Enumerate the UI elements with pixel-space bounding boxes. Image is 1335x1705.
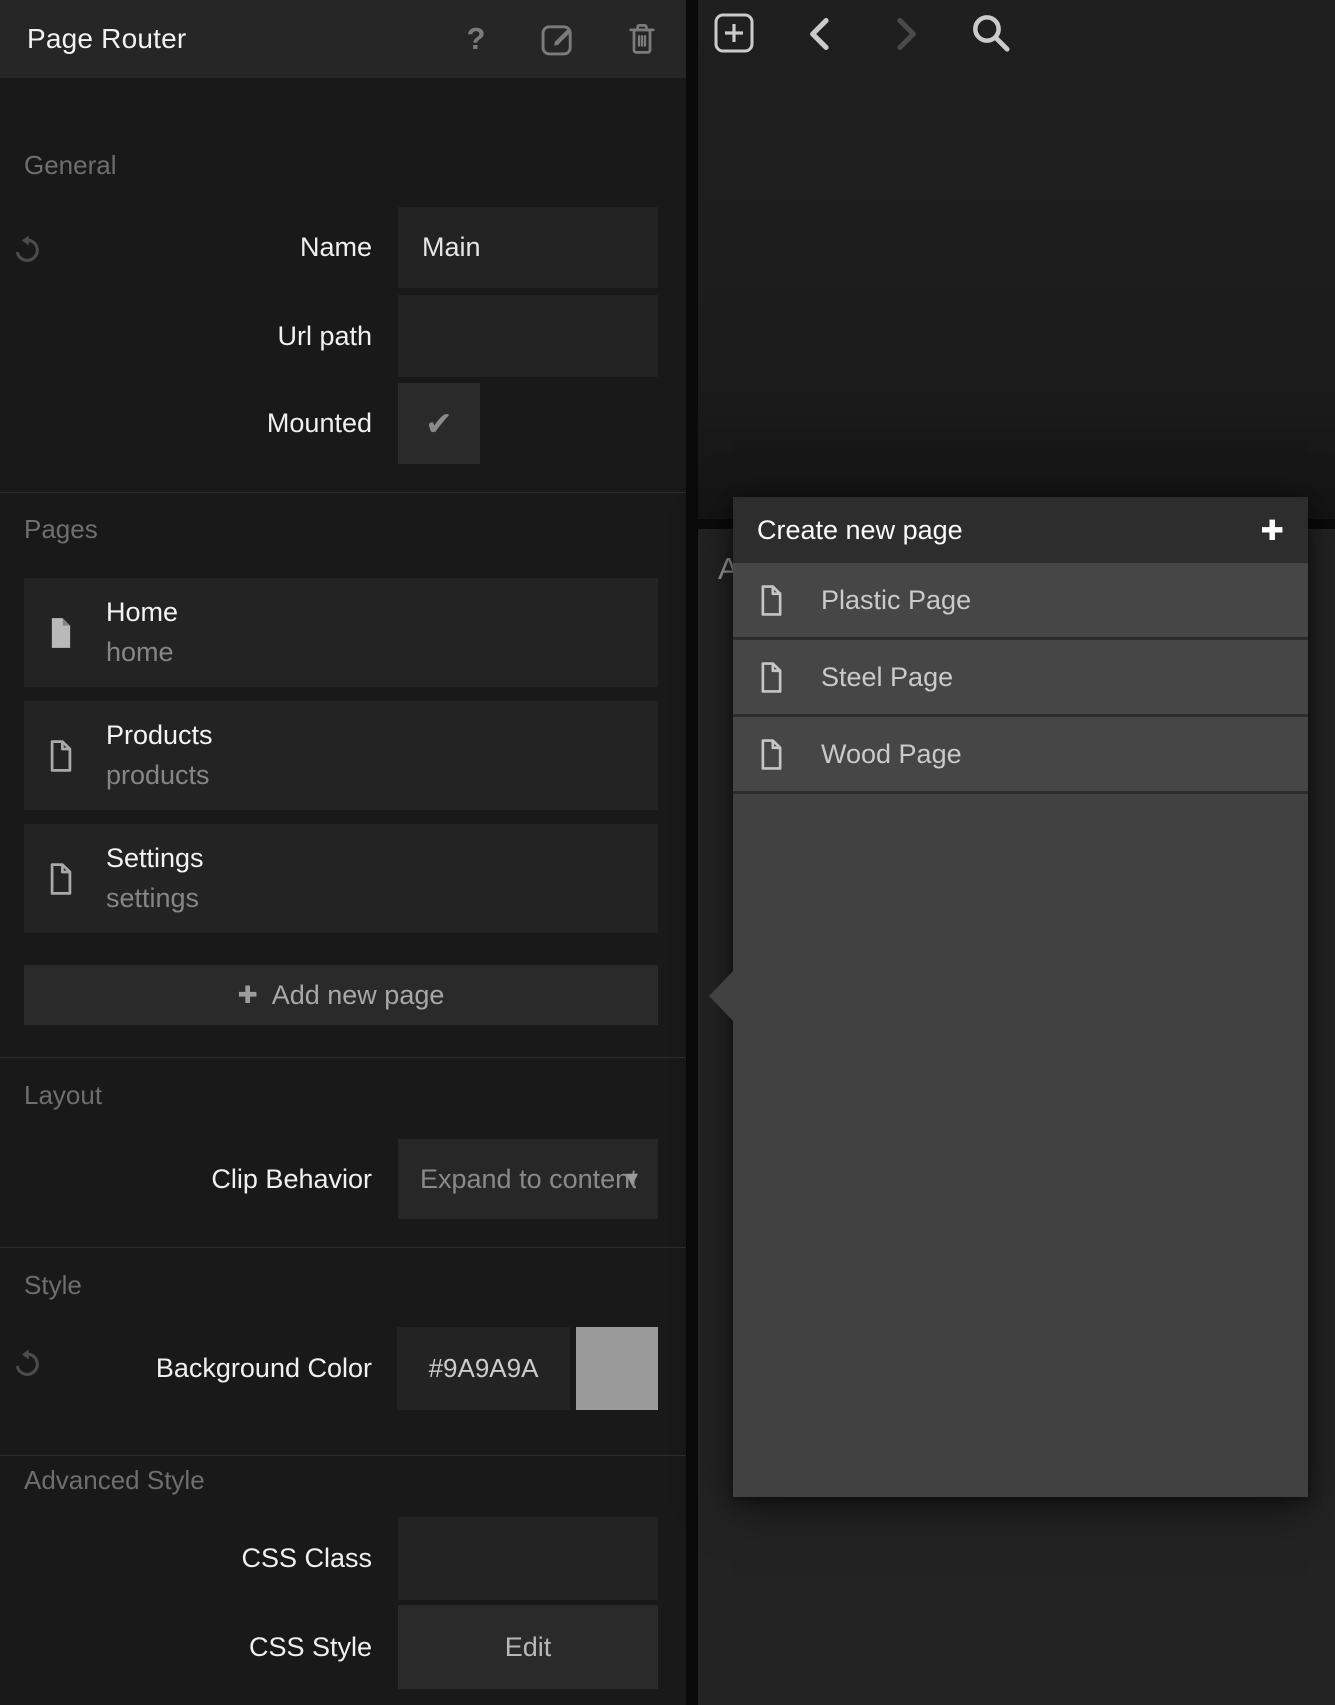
panel-title: Page Router	[27, 23, 186, 55]
background-color-input[interactable]: #9A9A9A	[397, 1327, 570, 1410]
css-class-label: CSS Class	[0, 1517, 372, 1600]
clip-behavior-label: Clip Behavior	[0, 1139, 372, 1219]
navigate-forward-icon[interactable]	[894, 17, 920, 51]
app-root: Page Router ? General Name Url path Moun…	[0, 0, 1335, 1705]
popup-title: Create new page	[757, 515, 963, 546]
name-label: Name	[0, 207, 372, 288]
page-title: Home	[106, 597, 178, 628]
mounted-label: Mounted	[0, 383, 372, 464]
background-color-swatch[interactable]	[576, 1327, 658, 1410]
edit-icon[interactable]	[538, 0, 578, 78]
page-path: settings	[106, 883, 204, 914]
help-icon[interactable]: ?	[458, 0, 494, 78]
canvas-top-panel	[698, 0, 1335, 519]
page-item-home[interactable]: Home home	[24, 578, 658, 687]
css-style-edit-button[interactable]: Edit	[398, 1605, 658, 1689]
clip-behavior-value: Expand to content	[398, 1164, 636, 1195]
clip-behavior-dropdown[interactable]: Expand to content ▾	[398, 1139, 658, 1219]
page-path: products	[106, 760, 213, 791]
section-divider	[0, 1455, 686, 1456]
url-path-label: Url path	[0, 295, 372, 377]
page-item-products[interactable]: Products products	[24, 701, 658, 810]
page-outline-icon	[759, 739, 789, 770]
section-advanced-style: Advanced Style	[24, 1465, 205, 1496]
panel-header: Page Router	[0, 0, 686, 78]
section-style: Style	[24, 1270, 82, 1301]
popup-item-label: Steel Page	[821, 662, 953, 693]
page-outline-icon	[759, 662, 789, 693]
create-page-popup: Create new page ✚ Plastic Page Steel Pag…	[733, 497, 1308, 1497]
plus-icon: ✚	[238, 981, 258, 1010]
page-title: Settings	[106, 843, 204, 874]
navigate-back-icon[interactable]	[806, 17, 832, 51]
create-page-plus-icon[interactable]: ✚	[1261, 514, 1284, 547]
add-new-page-label: Add new page	[272, 980, 445, 1011]
mounted-checkbox[interactable]: ✔	[398, 383, 480, 464]
section-divider	[0, 492, 686, 493]
popup-header: Create new page ✚	[733, 497, 1308, 563]
popup-item-label: Plastic Page	[821, 585, 971, 616]
name-input[interactable]	[398, 207, 658, 288]
background-color-label: Background Color	[0, 1327, 372, 1410]
section-general: General	[24, 150, 117, 181]
check-icon: ✔	[425, 404, 453, 443]
chevron-down-icon: ▾	[626, 1164, 638, 1193]
page-item-settings[interactable]: Settings settings	[24, 824, 658, 933]
popup-item-label: Wood Page	[821, 739, 962, 770]
popup-item-wood-page[interactable]: Wood Page	[733, 717, 1308, 794]
section-divider	[0, 1057, 686, 1058]
popup-item-plastic-page[interactable]: Plastic Page	[733, 563, 1308, 640]
page-title: Products	[106, 720, 213, 751]
add-new-page-button[interactable]: ✚ Add new page	[24, 965, 658, 1025]
page-outline-icon	[48, 740, 80, 772]
section-pages: Pages	[24, 514, 98, 545]
add-component-icon[interactable]	[714, 13, 754, 53]
page-path: home	[106, 637, 178, 668]
trash-icon[interactable]	[624, 0, 660, 78]
url-path-input[interactable]	[398, 295, 658, 377]
page-filled-icon	[48, 617, 80, 649]
page-outline-icon	[48, 863, 80, 895]
properties-panel: Page Router ? General Name Url path Moun…	[0, 0, 686, 1705]
css-class-input[interactable]	[398, 1517, 658, 1600]
search-icon[interactable]	[970, 12, 1012, 54]
page-outline-icon	[759, 585, 789, 616]
popup-item-steel-page[interactable]: Steel Page	[733, 640, 1308, 717]
section-divider	[0, 1247, 686, 1248]
popup-pointer	[709, 971, 733, 1021]
section-layout: Layout	[24, 1080, 102, 1111]
css-style-label: CSS Style	[0, 1605, 372, 1689]
